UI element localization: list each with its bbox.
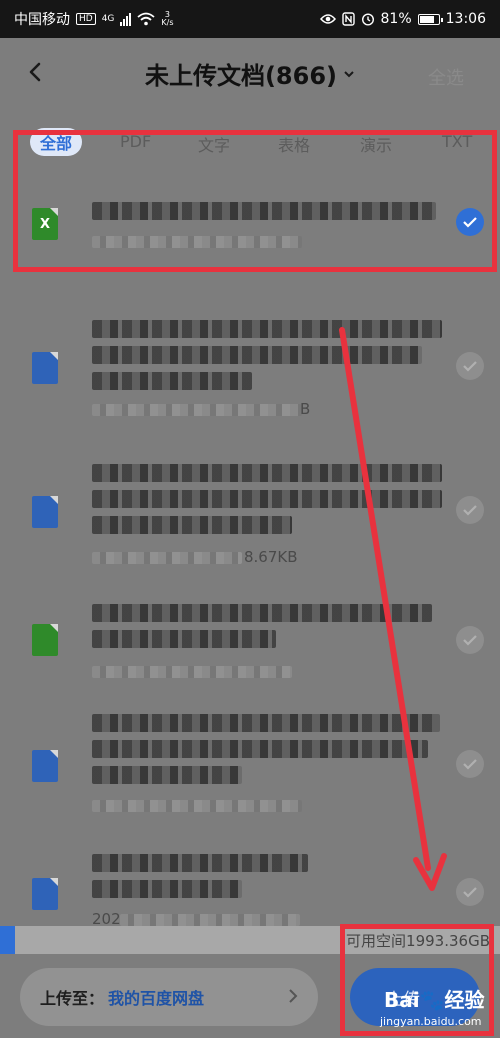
annotation-highlight-file [13, 130, 497, 272]
battery-icon [417, 13, 443, 25]
document-file-icon [32, 496, 58, 528]
baidu-jingyan-watermark-logo: Bai🐾经验 [384, 988, 485, 1012]
eye-icon [319, 14, 336, 24]
file-name-redacted [92, 320, 442, 398]
page-title-area[interactable]: 未上传文档(866) [0, 56, 500, 91]
checkmark-icon [463, 505, 477, 516]
file-checkbox[interactable] [456, 496, 484, 524]
file-row[interactable] [0, 588, 500, 688]
file-checkbox[interactable] [456, 626, 484, 654]
file-size: 8.67KB [244, 548, 298, 566]
battery-percent: 81% [380, 11, 412, 27]
network-type: 4G [101, 14, 115, 24]
file-meta-redacted [92, 552, 242, 564]
page-title: 未上传文档(866) [144, 62, 338, 90]
file-name-redacted [92, 854, 308, 906]
baidu-jingyan-watermark-url: jingyan.baidu.com [380, 1015, 482, 1028]
storage-usage-fill [0, 926, 15, 954]
chevron-down-icon [344, 70, 354, 77]
file-name-redacted [92, 464, 442, 542]
chevron-right-icon [289, 989, 298, 1003]
checkmark-icon [463, 759, 477, 770]
nfc-icon [341, 12, 355, 26]
file-meta-redacted [92, 666, 292, 678]
clock-time: 13:06 [445, 11, 486, 27]
hd-badge: HD [76, 13, 96, 25]
wifi-icon [137, 12, 155, 26]
file-row[interactable]: B [0, 300, 500, 440]
net-speed: 3 K/s [161, 11, 173, 27]
file-row[interactable] [0, 704, 500, 824]
file-size: B [300, 400, 311, 418]
document-file-icon [32, 352, 58, 384]
upload-destination-value: 我的百度网盘 [108, 989, 205, 1008]
status-bar: 中国移动 HD 4G 3 K/s 81% 13:06 [0, 0, 500, 38]
file-meta-redacted [92, 404, 302, 416]
file-checkbox[interactable] [456, 352, 484, 380]
file-name-redacted [92, 604, 432, 656]
signal-icon [120, 12, 132, 26]
carrier-name: 中国移动 [14, 12, 70, 28]
net-speed-unit: K/s [161, 18, 174, 27]
spreadsheet-file-icon [32, 624, 58, 656]
header: 未上传文档(866) 全选 [0, 38, 500, 114]
file-name-redacted [92, 714, 440, 792]
checkmark-icon [463, 887, 477, 898]
upload-destination-selector[interactable]: 上传至： 我的百度网盘 [20, 968, 318, 1026]
select-all-button[interactable]: 全选 [428, 64, 464, 90]
file-meta-redacted [120, 914, 300, 926]
document-file-icon [32, 750, 58, 782]
alarm-icon [361, 13, 374, 26]
checkmark-icon [463, 635, 477, 646]
upload-destination-label: 上传至： [40, 989, 105, 1008]
file-checkbox[interactable] [456, 750, 484, 778]
document-file-icon [32, 878, 58, 910]
file-row[interactable]: 8.67KB [0, 448, 500, 578]
checkmark-icon [463, 361, 477, 372]
file-meta-redacted [92, 800, 302, 812]
file-checkbox[interactable] [456, 878, 484, 906]
